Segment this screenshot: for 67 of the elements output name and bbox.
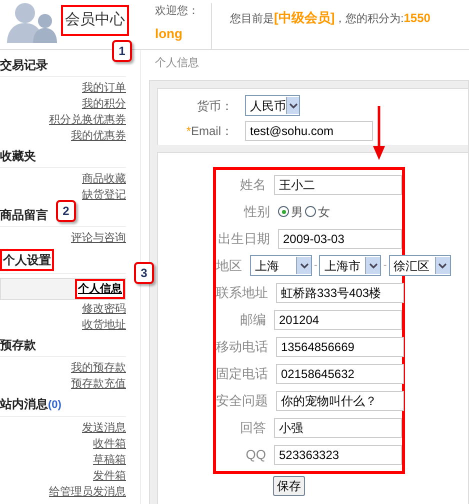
text-input[interactable]: 你的宠物叫什么？: [276, 391, 404, 411]
sidebar-link[interactable]: 积分兑换优惠券: [49, 112, 126, 128]
sidebar-link[interactable]: 发送消息: [82, 420, 126, 436]
sidebar-link[interactable]: 给管理员发消息: [49, 484, 126, 500]
sidebar-link[interactable]: 我的优惠券: [71, 128, 126, 144]
points-value: 1550: [404, 10, 430, 27]
field-label: 移动电话: [216, 338, 268, 356]
field-label: 联系地址: [216, 284, 268, 302]
field-label: 货币：: [196, 98, 233, 114]
field-label: 地区: [216, 256, 242, 275]
field-label: 出生日期: [217, 230, 270, 248]
status-text: 您目前是: [230, 12, 274, 27]
status-text: ，您的积分为:: [334, 12, 404, 27]
radio-option[interactable]: 男: [278, 202, 303, 220]
down-arrow-icon: [372, 106, 386, 161]
text-input[interactable]: 13564856669: [276, 336, 404, 356]
field-label: 邮编: [239, 310, 266, 329]
sidebar-link[interactable]: 预存款充值: [71, 376, 126, 392]
member-level: [中级会员]: [274, 9, 335, 27]
text-input[interactable]: 2009-03-03: [278, 228, 402, 248]
separator-dash: -: [314, 259, 318, 273]
text-input[interactable]: 王小二: [274, 175, 402, 195]
save-button[interactable]: 保存: [273, 476, 305, 496]
section-title: 交易记录: [0, 57, 48, 74]
select-field[interactable]: 上海市: [319, 255, 382, 276]
select-field[interactable]: 人民币: [245, 95, 300, 116]
section-title: 预存款: [0, 337, 36, 354]
sidebar-link[interactable]: 收货地址: [82, 317, 126, 333]
section-title: 个人设置: [0, 249, 54, 271]
sidebar-link[interactable]: 缺货登记: [82, 187, 126, 203]
message-count: (0): [48, 398, 62, 413]
callout-badge: 2: [56, 200, 76, 222]
sidebar-link[interactable]: 收件箱: [93, 436, 126, 452]
sidebar-link[interactable]: 我的积分: [82, 96, 126, 112]
breadcrumb: 个人信息: [154, 56, 200, 71]
page-title: 会员中心: [61, 5, 129, 36]
separator-dash: -: [383, 259, 387, 273]
callout-badge: 1: [112, 40, 132, 62]
sidebar-link[interactable]: 个人信息: [75, 279, 125, 299]
sidebar-link[interactable]: 修改密码: [82, 301, 126, 317]
text-input[interactable]: test@sohu.com: [245, 120, 373, 140]
select-field[interactable]: 徐汇区: [388, 255, 451, 276]
text-input[interactable]: 02158645632: [276, 364, 404, 384]
sidebar-link[interactable]: 发件箱: [93, 468, 126, 484]
section-title: 商品留言: [0, 207, 48, 224]
field-label: QQ: [244, 446, 266, 464]
field-label: 安全问题: [216, 392, 268, 410]
select-field[interactable]: 上海: [250, 255, 312, 276]
radio-option[interactable]: 女: [305, 202, 330, 220]
field-label: *Email：: [185, 122, 233, 140]
field-label: 姓名: [239, 176, 266, 194]
sidebar-link[interactable]: 我的订单: [82, 80, 126, 96]
username: long: [155, 24, 184, 43]
sidebar-link[interactable]: 评论与咨询: [71, 230, 126, 246]
field-label: 回答: [239, 418, 266, 437]
section-title: 收藏夹: [0, 148, 36, 165]
text-input[interactable]: 虹桥路333号403楼: [276, 283, 404, 303]
welcome-text: 欢迎您：: [155, 4, 199, 19]
text-input[interactable]: 小强: [274, 418, 402, 438]
sidebar-link[interactable]: 草稿箱: [93, 452, 126, 468]
field-label: 固定电话: [216, 364, 268, 383]
text-input[interactable]: 523363323: [274, 444, 402, 464]
callout-badge: 3: [134, 262, 154, 284]
sidebar-link[interactable]: 我的预存款: [71, 360, 126, 376]
sidebar-link[interactable]: 商品收藏: [82, 171, 126, 187]
text-input[interactable]: 201204: [274, 310, 402, 330]
field-label: 性别: [242, 202, 270, 221]
